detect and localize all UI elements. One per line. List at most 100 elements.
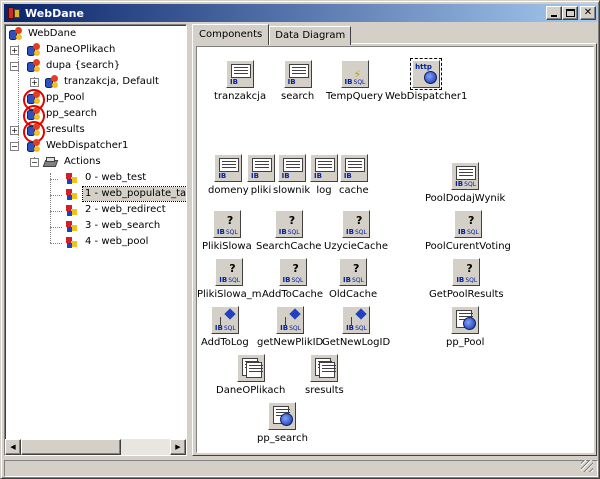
- component-tempquery[interactable]: ⚡ IB SQL TempQuery: [326, 60, 383, 103]
- component-searchcache[interactable]: ? IB SQL SearchCache: [256, 210, 321, 253]
- component-label: WebDispatcher1: [385, 91, 468, 102]
- component-plikislowa-m[interactable]: ? IB SQL PlikiSlowa_m: [197, 258, 261, 301]
- main-window: WebDane ✕ WebDane + DaneOPlikach − dupa …: [0, 0, 600, 479]
- tree-item-webdispatcher[interactable]: WebDispatcher1: [25, 138, 130, 154]
- tree-item-action-0[interactable]: 0 - web_test: [65, 170, 148, 186]
- tree-expander-plus[interactable]: +: [30, 78, 39, 87]
- tree-item-tranzakcja[interactable]: tranzakcja, Default: [43, 74, 161, 90]
- action-item-icon: [65, 171, 79, 185]
- tree-item-label: 3 - web_search: [85, 220, 161, 231]
- component-sresults[interactable]: sresults: [305, 354, 344, 397]
- tree-item-label: sresults: [46, 124, 85, 135]
- table-icon: IB: [214, 154, 243, 182]
- component-label: log: [316, 185, 332, 196]
- tree-item-label: Actions: [64, 156, 101, 167]
- minimize-button[interactable]: [546, 6, 562, 20]
- tree-item-action-3[interactable]: 3 - web_search: [65, 218, 162, 234]
- sql-query-icon: ⚡ IB SQL: [340, 60, 369, 88]
- app-icon[interactable]: [7, 6, 21, 20]
- query-icon: ? IB SQL: [452, 258, 481, 286]
- component-search[interactable]: IB search: [281, 60, 314, 103]
- tree-item-action-1[interactable]: 1 - web_populate_tab: [65, 186, 186, 202]
- maximize-button[interactable]: [562, 6, 578, 20]
- query-icon: ? IB SQL: [212, 210, 241, 238]
- component-label: AddToLog: [201, 337, 249, 348]
- component-addtocache[interactable]: ? IB SQL AddToCache: [262, 258, 323, 301]
- stored-proc-icon: IB SQL: [210, 306, 239, 334]
- tree-expander-minus[interactable]: −: [10, 142, 19, 151]
- component-cache[interactable]: IB cache: [339, 154, 369, 197]
- component-plikislowa[interactable]: ? IB SQL PlikiSlowa: [202, 210, 252, 253]
- component-label: PlikiSlowa_m: [197, 289, 262, 300]
- tab-strip: Components Data Diagram: [192, 24, 352, 45]
- component-pp-search[interactable]: pp_search: [257, 402, 308, 445]
- close-button[interactable]: ✕: [580, 6, 596, 20]
- minimize-icon: [551, 15, 557, 17]
- resize-grip-icon[interactable]: [581, 460, 593, 472]
- table-icon: IB: [277, 154, 306, 182]
- stored-proc-icon: IB SQL: [451, 162, 480, 190]
- component-getnewlogid[interactable]: IB SQL GetNewLogID: [322, 306, 390, 349]
- stored-proc-icon: IB SQL: [276, 306, 305, 334]
- object-tree-panel[interactable]: WebDane + DaneOPlikach − dupa {search} +…: [4, 24, 187, 456]
- tree-item-label: pp_search: [46, 108, 97, 119]
- component-poolcurentvoting[interactable]: ? IB SQL PoolCurentVoting: [425, 210, 511, 253]
- action-item-icon: [65, 203, 79, 217]
- tree-item-pp-pool[interactable]: pp_Pool: [23, 89, 86, 111]
- tree-item-action-2[interactable]: 2 - web_redirect: [65, 202, 168, 218]
- component-log[interactable]: IB log: [310, 154, 338, 197]
- status-bar: [4, 460, 598, 477]
- tree-item-label: DaneOPlikach: [46, 44, 116, 55]
- component-uzyciecache[interactable]: ? IB SQL UzycieCache: [324, 210, 388, 253]
- tree-expander-plus[interactable]: +: [10, 46, 19, 55]
- dataset-icon: [25, 58, 41, 74]
- tree-item-sresults[interactable]: sresults: [23, 121, 87, 143]
- action-item-icon: [65, 219, 79, 233]
- tree-connector: [50, 211, 62, 212]
- stored-proc-icon: IB SQL: [342, 306, 371, 334]
- arrow-left-icon: ◀: [10, 443, 16, 451]
- component-label: OldCache: [329, 289, 378, 300]
- table-icon: IB: [339, 154, 368, 182]
- scroll-left-button[interactable]: ◀: [5, 439, 21, 455]
- query-icon: ? IB SQL: [278, 258, 307, 286]
- tab-data-diagram[interactable]: Data Diagram: [269, 26, 352, 45]
- page-producer-icon: [268, 402, 297, 430]
- tree-expander-minus[interactable]: −: [10, 62, 19, 71]
- component-pliki[interactable]: IB pliki: [247, 154, 275, 197]
- component-label: AddToCache: [262, 289, 323, 300]
- component-domeny[interactable]: IB domeny: [208, 154, 249, 197]
- component-label: GetPoolResults: [429, 289, 504, 300]
- scroll-thumb[interactable]: [21, 439, 121, 455]
- tab-components[interactable]: Components: [192, 24, 270, 45]
- component-label: SearchCache: [256, 241, 322, 252]
- title-bar[interactable]: WebDane ✕: [4, 4, 598, 22]
- tree-item-dupa[interactable]: dupa {search}: [25, 58, 122, 74]
- component-webdispatcher[interactable]: http WebDispatcher1: [385, 58, 468, 103]
- tree-item-label: pp_Pool: [46, 92, 85, 103]
- component-slownik[interactable]: IB slownik: [273, 154, 310, 197]
- tree-item-daneoplikach[interactable]: DaneOPlikach: [25, 42, 117, 58]
- component-daneoplikach[interactable]: DaneOPlikach: [216, 354, 285, 397]
- tree-horizontal-scrollbar[interactable]: ◀ ▶: [5, 439, 186, 455]
- component-oldcache[interactable]: ? IB SQL OldCache: [329, 258, 377, 301]
- component-pooldodajwynik[interactable]: IB SQL PoolDodajWynik: [425, 162, 505, 205]
- component-getnewplikid[interactable]: IB SQL getNewPlikID: [257, 306, 323, 349]
- tree-item-webdane[interactable]: WebDane: [7, 26, 78, 42]
- tree-item-pp-search[interactable]: pp_search: [23, 105, 99, 127]
- tree-item-actions[interactable]: Actions: [42, 154, 103, 170]
- close-icon: ✕: [583, 7, 593, 18]
- component-pp-pool[interactable]: pp_Pool: [446, 306, 484, 349]
- component-label: DaneOPlikach: [216, 385, 286, 396]
- scroll-track[interactable]: [121, 439, 170, 455]
- scroll-right-button[interactable]: ▶: [170, 439, 186, 455]
- tree-item-action-4[interactable]: 4 - web_pool: [65, 234, 150, 250]
- components-canvas[interactable]: IB tranzakcja IB search ⚡ IB SQL TempQuery…: [196, 46, 594, 453]
- tree-connector: [50, 173, 51, 243]
- component-tranzakcja[interactable]: IB tranzakcja: [214, 60, 266, 103]
- table-icon: IB: [310, 154, 338, 182]
- tree-expander-minus[interactable]: −: [30, 158, 39, 167]
- tree-expander-plus[interactable]: +: [10, 126, 19, 135]
- component-getpoolresults[interactable]: ? IB SQL GetPoolResults: [429, 258, 504, 301]
- component-addtolog[interactable]: IB SQL AddToLog: [201, 306, 249, 349]
